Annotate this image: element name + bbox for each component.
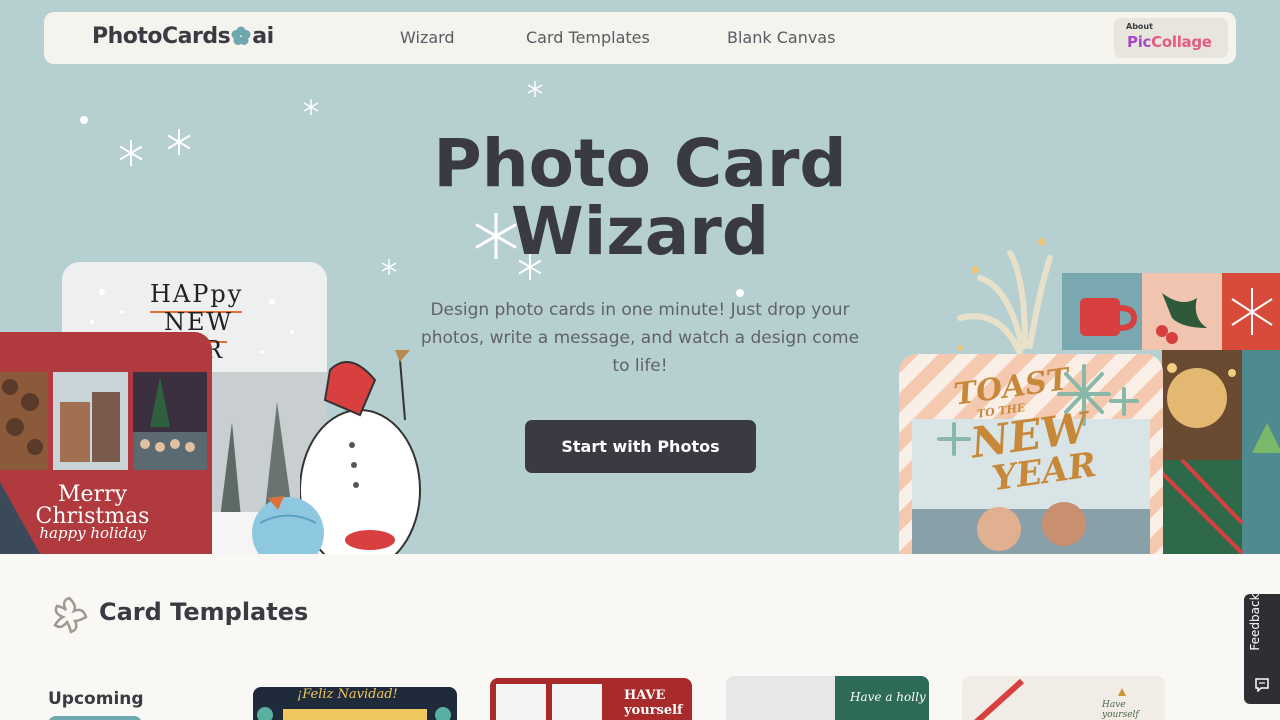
feedback-tab[interactable]: Feedback bbox=[1244, 593, 1280, 704]
template-label: HAVE yourself bbox=[624, 688, 683, 718]
hero-title-line1: Photo Card bbox=[433, 125, 847, 202]
brand-part-b: Collage bbox=[1151, 33, 1212, 51]
section-title-card-templates: Card Templates bbox=[99, 598, 309, 626]
top-navbar: PhotoCards ai Wizard Card Templates Blan… bbox=[44, 12, 1236, 64]
flower-icon bbox=[231, 26, 251, 45]
flower-outline-icon bbox=[53, 596, 88, 634]
logo-text: PhotoCards bbox=[92, 23, 231, 49]
logo-suffix: ai bbox=[252, 23, 274, 49]
christmas-card-title: Merry Christmas bbox=[35, 482, 150, 529]
toast-card-text: TOAST TO THE NEW YEAR bbox=[952, 362, 1099, 500]
template-card-have-a-holly[interactable]: Have a holly bbox=[726, 676, 929, 720]
snowflake-icon bbox=[119, 140, 143, 166]
feedback-label: Feedback bbox=[1248, 593, 1262, 651]
piccollage-brand: PicCollage bbox=[1127, 33, 1212, 51]
about-piccollage-button[interactable]: About PicCollage bbox=[1114, 18, 1228, 58]
about-label: About bbox=[1126, 22, 1153, 31]
nav-link-card-templates[interactable]: Card Templates bbox=[526, 28, 650, 47]
chat-icon bbox=[1255, 678, 1269, 692]
brand-part-a: Pic bbox=[1127, 33, 1152, 51]
start-with-photos-button[interactable]: Start with Photos bbox=[525, 420, 756, 473]
snowflake-icon bbox=[527, 81, 543, 97]
ny-line1: HAPpy bbox=[150, 280, 244, 308]
template-label: ¡Feliz Navidad! bbox=[297, 687, 398, 702]
christmas-card-subtitle: happy holiday bbox=[39, 524, 146, 542]
template-card-have-yourself-2[interactable]: Have yourself bbox=[962, 676, 1165, 720]
ornament-icon bbox=[252, 496, 324, 554]
template-label: Have yourself bbox=[1102, 700, 1139, 720]
snowflake-icon bbox=[167, 129, 191, 155]
template-card-feliz-navidad[interactable]: ¡Feliz Navidad! bbox=[253, 687, 457, 720]
hero-title-line2: Wizard bbox=[510, 193, 770, 270]
upcoming-label: Upcoming bbox=[48, 689, 144, 709]
nav-link-wizard[interactable]: Wizard bbox=[400, 28, 455, 47]
snow-dot bbox=[80, 116, 88, 124]
photocards-logo[interactable]: PhotoCards ai bbox=[92, 21, 274, 51]
snowflake-icon bbox=[303, 99, 319, 115]
nav-link-blank-canvas[interactable]: Blank Canvas bbox=[727, 28, 835, 47]
upcoming-filter-pill[interactable] bbox=[48, 716, 142, 720]
hero-subtitle: Design photo cards in one minute! Just d… bbox=[420, 300, 860, 376]
template-label: Have a holly bbox=[850, 690, 926, 704]
fireworks-decoration bbox=[957, 238, 1053, 356]
hero-section: PhotoCards ai Wizard Card Templates Blan… bbox=[0, 0, 1280, 554]
template-card-have-yourself[interactable]: HAVE yourself bbox=[490, 678, 692, 720]
hero-title: Photo Card Wizard bbox=[340, 130, 940, 266]
